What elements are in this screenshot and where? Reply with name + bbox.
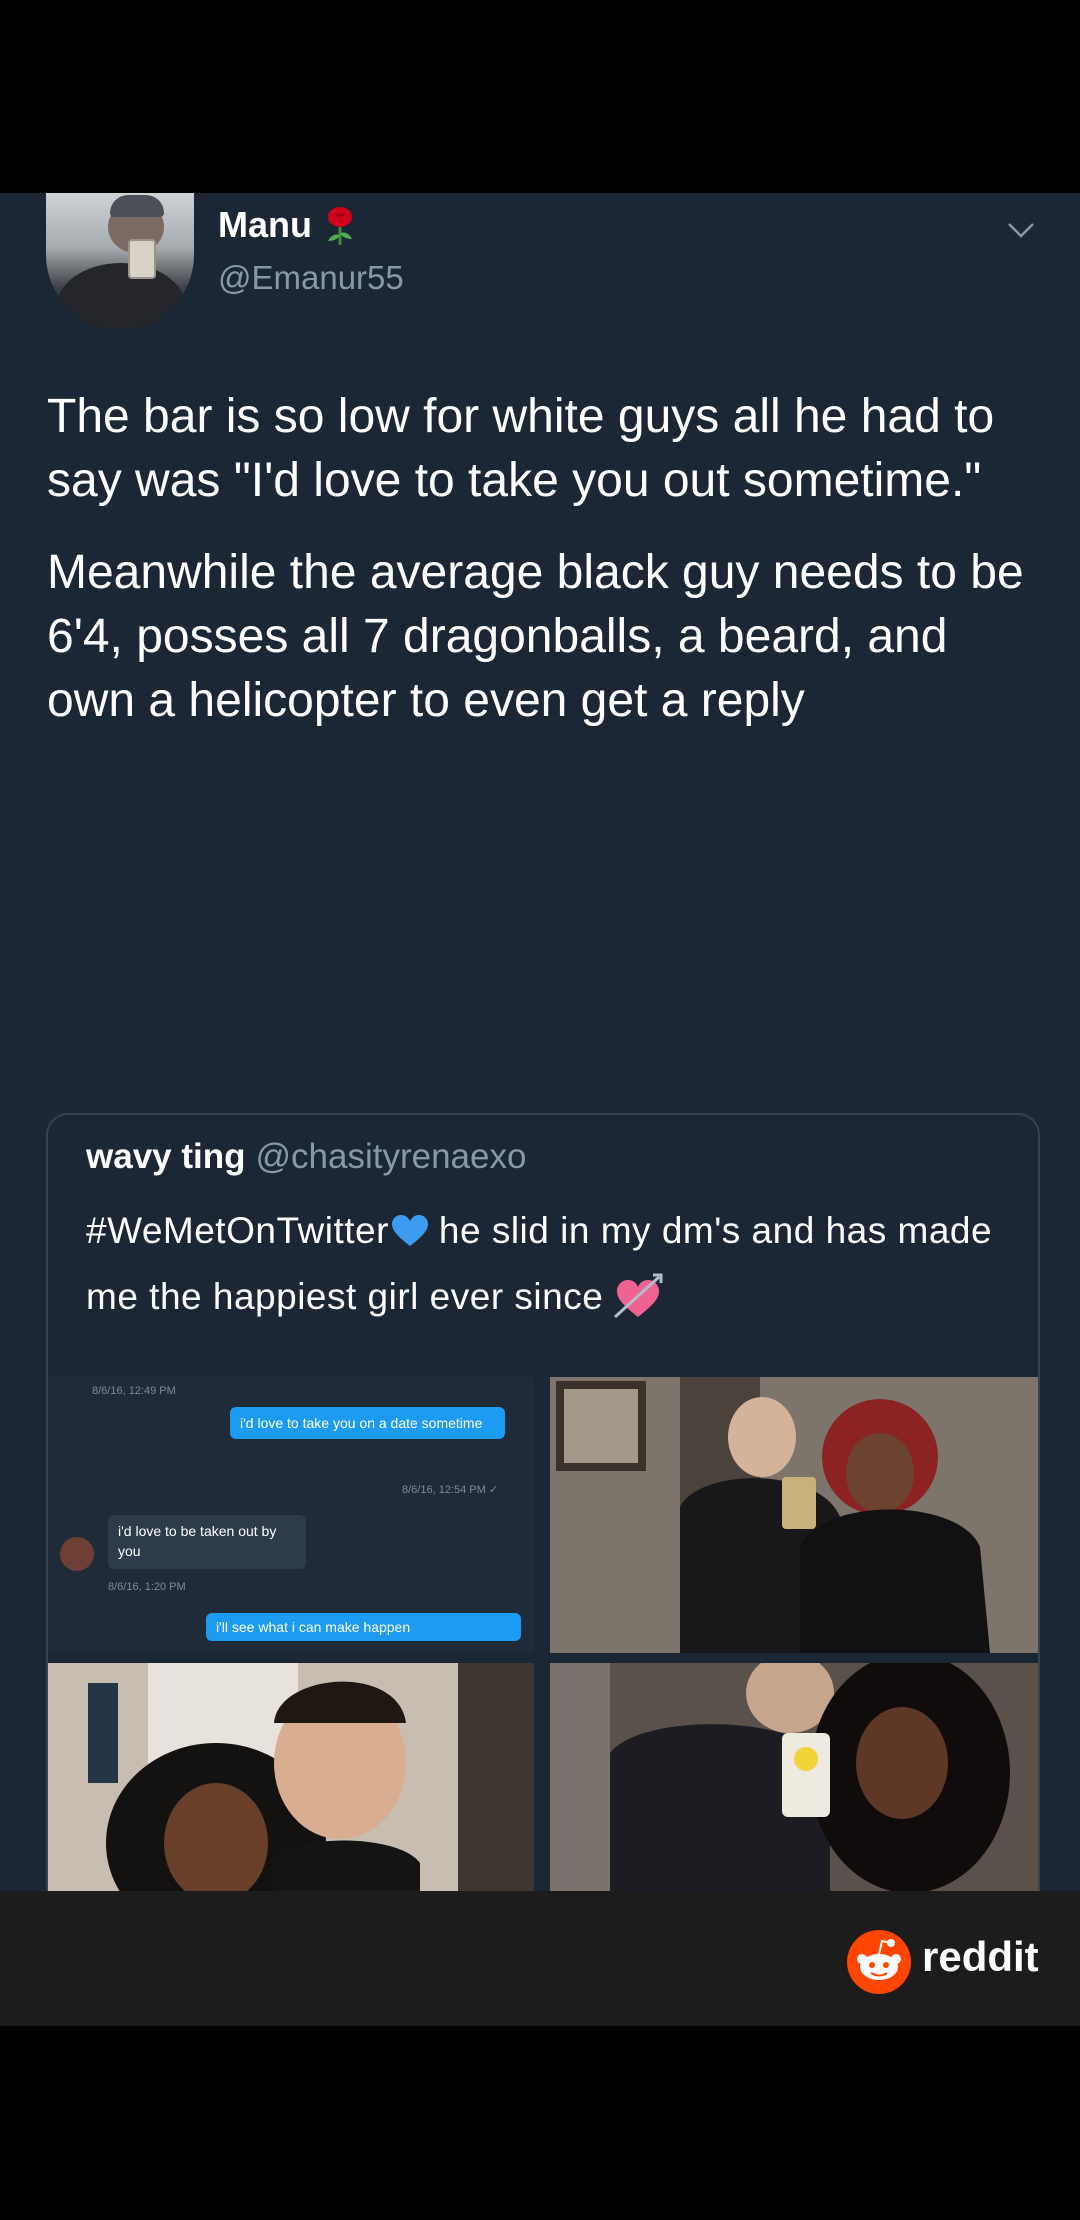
avatar-body [56, 263, 186, 329]
quote-hashtag[interactable]: #WeMetOnTwitter [86, 1210, 389, 1251]
avatar-phone [128, 239, 156, 279]
author-name[interactable]: Manu [218, 204, 312, 246]
rose-icon [328, 207, 352, 245]
photo-illustration [550, 1663, 1038, 1891]
author-row: Manu [218, 203, 360, 247]
quote-body: #WeMetOnTwitter he slid in my dm's and h… [86, 1197, 1016, 1329]
dm-avatar [60, 1537, 94, 1571]
dm-timestamp: 8/6/16, 12:49 PM [92, 1385, 176, 1397]
tweet-paragraph-2: Meanwhile the average black guy needs to… [47, 546, 1024, 727]
blue-heart-icon [391, 1215, 428, 1247]
couple-mirror-selfie-photo[interactable] [550, 1377, 1038, 1653]
dm-timestamp: 8/6/16, 12:54 PM ✓ [402, 1484, 499, 1496]
reddit-wordmark: reddit [922, 1933, 1039, 1980]
tweet-paragraph-1: The bar is so low for white guys all he … [47, 390, 995, 507]
author-handle[interactable]: @Emanur55 [218, 259, 404, 297]
couple-phone-selfie-photo[interactable] [550, 1663, 1038, 1891]
tweet-card: Manu @Emanur55 The bar is so low for whi… [0, 193, 1080, 1891]
heart-arrow-icon [614, 1273, 663, 1319]
avatar-cap [110, 195, 164, 217]
quoted-tweet[interactable]: wavy ting @chasityrenaexo #WeMetOnTwitter… [46, 1113, 1040, 1891]
tweet-body: The bar is so low for white guys all he … [47, 385, 1047, 733]
avatar[interactable] [46, 193, 194, 329]
reddit-logo-icon [847, 1930, 911, 1994]
quote-header: wavy ting @chasityrenaexo [86, 1137, 526, 1177]
dm-message-incoming: i'd love to be taken out by you [108, 1515, 306, 1569]
couple-selfie-photo[interactable] [48, 1663, 534, 1891]
dm-message-outgoing: i'll see what i can make happen [206, 1613, 521, 1641]
dm-timestamp: 8/6/16, 1:20 PM [108, 1581, 186, 1593]
dm-message-outgoing: i'd love to take you on a date sometime [230, 1407, 505, 1439]
photo-illustration [550, 1377, 1038, 1653]
chevron-down-icon[interactable] [1004, 213, 1038, 247]
quote-author-handle[interactable]: @chasityrenaexo [255, 1137, 526, 1176]
dm-screenshot[interactable]: 8/6/16, 12:49 PM i'd love to take you on… [48, 1377, 534, 1653]
watermark-bar: reddit [0, 1891, 1080, 2026]
quote-author-name[interactable]: wavy ting [86, 1137, 245, 1176]
photo-illustration [48, 1663, 534, 1891]
